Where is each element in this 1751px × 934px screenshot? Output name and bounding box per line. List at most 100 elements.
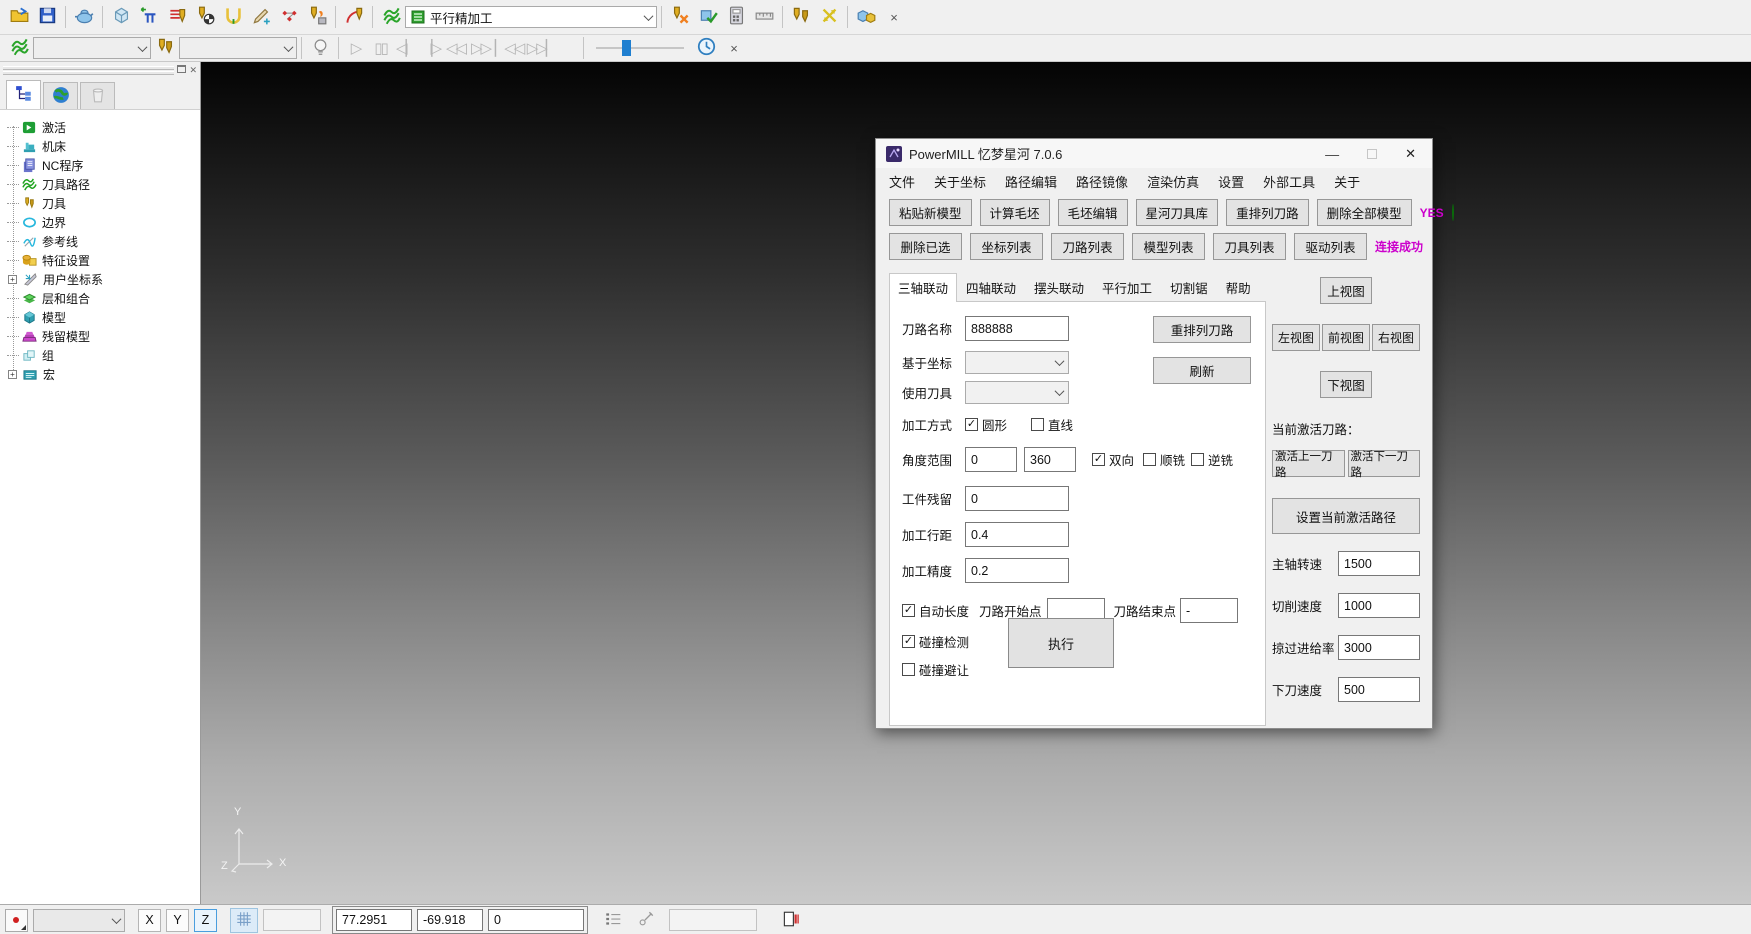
x-axis-button[interactable]: X bbox=[138, 909, 161, 932]
tool-list-button[interactable]: 刀具列表 bbox=[1213, 233, 1286, 260]
close-button[interactable]: ✕ bbox=[1405, 146, 1416, 162]
tab-help[interactable]: 帮助 bbox=[1217, 273, 1260, 301]
climb-checkbox[interactable] bbox=[1143, 453, 1156, 466]
speed-slider[interactable] bbox=[596, 39, 684, 57]
open-button[interactable] bbox=[5, 4, 33, 31]
shading-button[interactable] bbox=[70, 4, 98, 31]
menu-path-mirror[interactable]: 路径镜像 bbox=[1076, 172, 1128, 191]
tree-item-stock-models[interactable]: 残留模型 bbox=[0, 327, 200, 346]
tab-head[interactable]: 摆头联动 bbox=[1025, 273, 1093, 301]
panel-close-icon[interactable]: ✕ bbox=[189, 65, 197, 75]
tree-item-tools[interactable]: 刀具 bbox=[0, 194, 200, 213]
pause-button[interactable]: ▯▯ bbox=[368, 35, 393, 62]
workplane-edit-button[interactable] bbox=[247, 4, 275, 31]
lightbulb-button[interactable] bbox=[306, 35, 334, 62]
pattern-button[interactable] bbox=[275, 4, 303, 31]
activate-prev-button[interactable]: 激活上一刀路 bbox=[1272, 450, 1345, 477]
view-right-button[interactable]: 右视图 bbox=[1372, 324, 1420, 351]
tree-item-boundaries[interactable]: 边界 bbox=[0, 213, 200, 232]
panel-float-icon[interactable] bbox=[177, 65, 186, 73]
tree-item-patterns[interactable]: 参考线 bbox=[0, 232, 200, 251]
tolerance-input[interactable]: 0.2 bbox=[965, 558, 1069, 583]
menu-render-sim[interactable]: 渲染仿真 bbox=[1147, 172, 1199, 191]
view-left-button[interactable]: 左视图 bbox=[1272, 324, 1320, 351]
conventional-checkbox[interactable] bbox=[1191, 453, 1204, 466]
collision-check-checkbox[interactable]: ✓ bbox=[902, 635, 915, 648]
panel-grips[interactable]: ✕ bbox=[0, 62, 200, 79]
slider-thumb[interactable] bbox=[622, 40, 631, 56]
dual-view-button[interactable] bbox=[776, 908, 804, 933]
tree-item-levels[interactable]: 层和组合 bbox=[0, 289, 200, 308]
tree-item-models[interactable]: 模型 bbox=[0, 308, 200, 327]
expand-icon[interactable]: + bbox=[8, 370, 17, 379]
coord-z-value[interactable]: 0 bbox=[488, 909, 584, 931]
tab-3axis[interactable]: 三轴联动 bbox=[889, 273, 957, 302]
start-point-button[interactable] bbox=[191, 4, 219, 31]
sim-toolpath-combo[interactable] bbox=[33, 37, 151, 59]
angle-to-input[interactable]: 360 bbox=[1024, 447, 1076, 472]
coord-list-button[interactable] bbox=[599, 908, 627, 933]
cutting-feed-input[interactable]: 1000 bbox=[1338, 593, 1420, 618]
bidirectional-checkbox[interactable]: ✓ bbox=[1092, 453, 1105, 466]
maximize-button[interactable] bbox=[1367, 149, 1377, 159]
rapid-heights-button[interactable] bbox=[163, 4, 191, 31]
tab-parallel[interactable]: 平行加工 bbox=[1093, 273, 1161, 301]
sim-tool-combo[interactable] bbox=[179, 37, 297, 59]
refresh-button[interactable]: 刷新 bbox=[1153, 357, 1251, 384]
probe-button[interactable] bbox=[632, 908, 660, 933]
measure-input[interactable] bbox=[669, 909, 757, 931]
tree-item-feature-sets[interactable]: 特征设置 bbox=[0, 251, 200, 270]
expand-icon[interactable]: + bbox=[8, 275, 17, 284]
circle-checkbox[interactable]: ✓ bbox=[965, 418, 978, 431]
use-tool-select[interactable] bbox=[965, 381, 1069, 404]
angle-from-input[interactable]: 0 bbox=[965, 447, 1017, 472]
sim-logo-button[interactable] bbox=[5, 35, 33, 62]
skip-end-button[interactable]: ▷▷▏ bbox=[525, 35, 557, 62]
skim-feed-input[interactable]: 3000 bbox=[1338, 635, 1420, 660]
y-axis-button[interactable]: Y bbox=[166, 909, 189, 932]
coord-x-value[interactable]: 77.2951 bbox=[336, 909, 412, 931]
swap-button[interactable] bbox=[815, 4, 843, 31]
tree-item-activate[interactable]: 激活 bbox=[0, 118, 200, 137]
tree-item-groups[interactable]: 组 bbox=[0, 346, 200, 365]
play-button[interactable]: ▷ bbox=[343, 35, 368, 62]
minimize-button[interactable]: — bbox=[1325, 146, 1339, 162]
simulate-toolpath-button[interactable] bbox=[340, 4, 368, 31]
delete-all-models-button[interactable]: 删除全部模型 bbox=[1317, 199, 1412, 226]
active-toolpath-combo[interactable]: 平行精加工 bbox=[405, 6, 657, 28]
sim-toolbar-close-button[interactable]: × bbox=[720, 35, 748, 62]
plunge-feed-input[interactable]: 500 bbox=[1338, 677, 1420, 702]
tab-4axis[interactable]: 四轴联动 bbox=[957, 273, 1025, 301]
skip-start-button[interactable]: ▏◁◁ bbox=[493, 35, 525, 62]
leads-links-button[interactable] bbox=[219, 4, 247, 31]
toolbar-close-button[interactable]: × bbox=[880, 4, 908, 31]
delete-entity-button[interactable] bbox=[303, 4, 331, 31]
step-forward-button[interactable]: ▕▷ bbox=[418, 35, 443, 62]
dialog-titlebar[interactable]: PowerMILL 忆梦星河 7.0.6 — ✕ bbox=[876, 139, 1432, 168]
rearrange-toolpaths-button[interactable]: 重排列刀路 bbox=[1226, 199, 1309, 226]
line-checkbox[interactable] bbox=[1031, 418, 1044, 431]
menu-path-edit[interactable]: 路径编辑 bbox=[1005, 172, 1057, 191]
menu-settings[interactable]: 设置 bbox=[1218, 172, 1244, 191]
menu-external-tools[interactable]: 外部工具 bbox=[1263, 172, 1315, 191]
tool-library-button[interactable]: 星河刀具库 bbox=[1136, 199, 1219, 226]
tool-pair-button[interactable] bbox=[787, 4, 815, 31]
path-end-input[interactable]: - bbox=[1180, 598, 1238, 623]
tree-item-machine[interactable]: 机床 bbox=[0, 137, 200, 156]
grip-bar[interactable] bbox=[3, 71, 174, 75]
stepover-input[interactable]: 0.4 bbox=[965, 522, 1069, 547]
block-button[interactable] bbox=[107, 4, 135, 31]
powermill-logo-button[interactable] bbox=[377, 4, 405, 31]
model-list-button[interactable]: 模型列表 bbox=[1132, 233, 1205, 260]
grid-toggle-button[interactable] bbox=[230, 908, 258, 933]
auto-length-checkbox[interactable]: ✓ bbox=[902, 604, 915, 617]
snap-mode-button[interactable] bbox=[5, 909, 28, 932]
menu-coords[interactable]: 关于坐标 bbox=[934, 172, 986, 191]
toolpath-name-input[interactable]: 888888 bbox=[965, 316, 1069, 341]
save-button[interactable] bbox=[33, 4, 61, 31]
execute-button[interactable]: 执行 bbox=[1008, 618, 1114, 668]
coord-y-value[interactable]: -69.918 bbox=[417, 909, 483, 931]
coord-list-button[interactable]: 坐标列表 bbox=[970, 233, 1043, 260]
rearrange-button[interactable]: 重排列刀路 bbox=[1153, 316, 1251, 343]
grip-bar[interactable] bbox=[3, 66, 174, 70]
